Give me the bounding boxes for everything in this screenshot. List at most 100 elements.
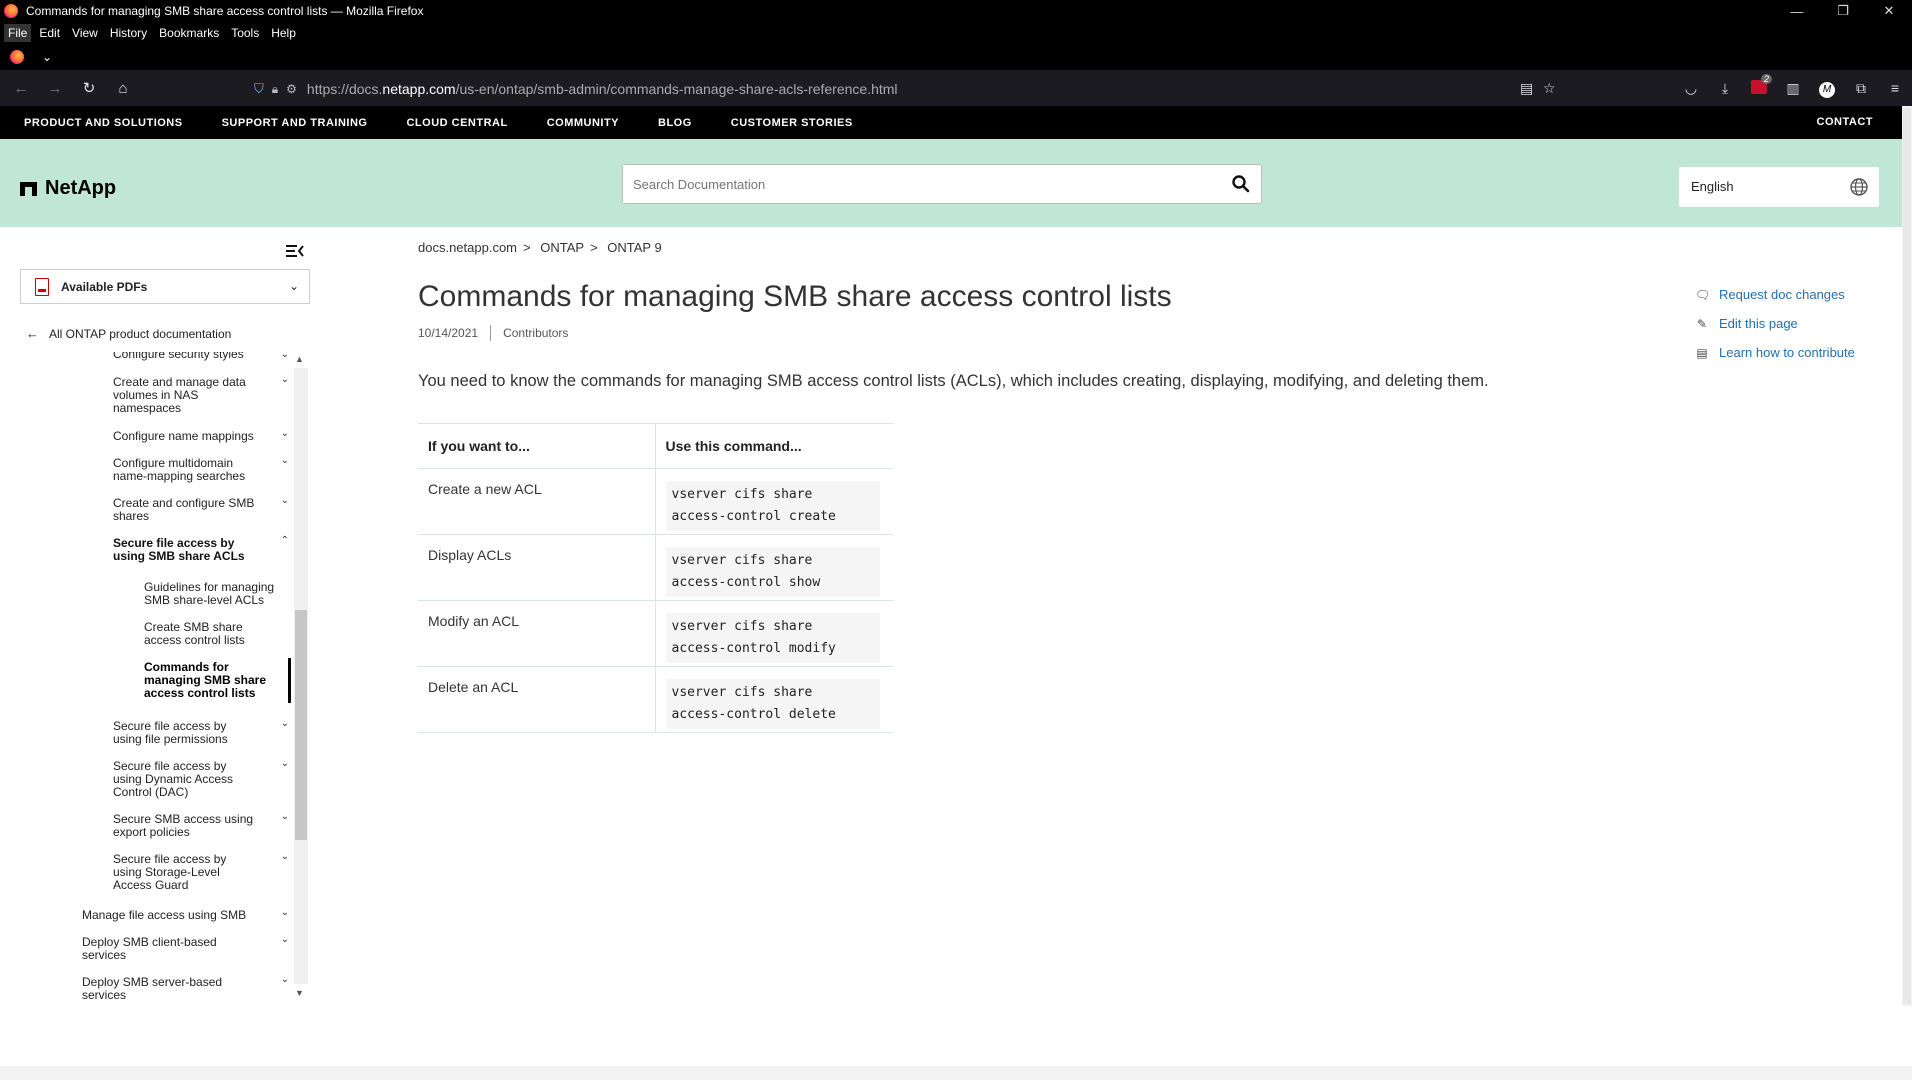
home-icon[interactable]: ⌂ [106,80,140,97]
nav-support-and-training[interactable]: SUPPORT AND TRAINING [222,117,368,129]
commands-table: If you want to... Use this command... Cr… [418,423,893,733]
sidebar-item-export-policies[interactable]: Secure SMB access using export policies [113,813,258,839]
firefox-view-icon[interactable] [10,50,24,64]
url-text[interactable]: https://docs.netapp.com/us-en/ontap/smb-… [307,81,898,97]
ublock-extension-icon[interactable]: 2 [1742,73,1776,97]
nav-product-and-solutions[interactable]: PRODUCT AND SOLUTIONS [24,117,183,129]
list-all-tabs-icon[interactable]: ⌄ [42,50,52,64]
extensions-icon[interactable]: ⧉ [1844,80,1878,97]
chevron-down-icon[interactable]: ⌄ [281,495,289,506]
chevron-down-icon[interactable]: ⌄ [281,811,289,822]
breadcrumb-ontap[interactable]: ONTAP [540,240,584,255]
chevron-down-icon[interactable]: ⌄ [281,758,289,769]
request-doc-changes-label: Request doc changes [1719,287,1845,302]
command-code: vserver cifs share access-control create [665,481,880,531]
lock-icon[interactable]: 🔒︎ [272,82,278,97]
edit-this-page-link[interactable]: ✎ Edit this page [1695,309,1855,338]
restore-button[interactable]: ❐ [1820,3,1866,19]
chevron-down-icon[interactable]: ⌄ [281,455,289,466]
breadcrumb-ontap-9[interactable]: ONTAP 9 [607,240,661,255]
bookmark-star-icon[interactable]: ☆ [1543,80,1556,97]
sidebar-item-smb-server-based-services[interactable]: Deploy SMB server-based services [82,976,227,1001]
chevron-down-icon[interactable]: ⌄ [281,851,289,862]
sidebar-item-smb-client-based-services[interactable]: Deploy SMB client-based services [82,936,227,962]
app-menu-icon[interactable]: ≡ [1878,80,1912,96]
arrow-left-icon: ← [26,326,39,341]
menu-help[interactable]: Help [267,24,300,42]
downloads-icon[interactable]: ⤓ [1708,80,1742,97]
chevron-down-icon[interactable]: ⌄ [281,974,289,985]
contributors-link[interactable]: Contributors [503,326,568,340]
sidebar-item-manage-file-access-smb[interactable]: Manage file access using SMB [82,909,262,922]
menu-edit[interactable]: Edit [35,24,64,42]
account-icon[interactable]: M [1810,79,1844,98]
learn-how-to-contribute-link[interactable]: ▤ Learn how to contribute [1695,338,1855,367]
language-selector[interactable]: English [1679,167,1879,207]
close-button[interactable]: ✕ [1866,3,1912,19]
menu-history[interactable]: History [106,24,151,42]
sidebar-item-configure-security-styles[interactable]: Configure security styles [113,352,258,361]
minimize-button[interactable]: — [1774,4,1820,19]
chevron-down-icon[interactable]: ⌄ [281,934,289,945]
permissions-icon[interactable]: ⚙ [286,82,297,96]
chevron-down-icon[interactable]: ⌄ [281,352,289,360]
table-row: Delete an ACL vserver cifs share access-… [418,666,893,733]
sidebar-item-dynamic-access-control[interactable]: Secure file access by using Dynamic Acce… [113,760,258,799]
nav-blog[interactable]: BLOG [658,117,692,129]
chevron-down-icon[interactable]: ⌄ [281,374,289,385]
chevron-up-icon[interactable]: ⌃ [281,535,289,546]
sidebar-item-create-configure-smb-shares[interactable]: Create and configure SMB shares [113,497,258,523]
sidebar-icon[interactable]: ▥ [1776,80,1810,97]
collapse-sidebar-icon[interactable] [285,243,305,259]
article-date: 10/14/2021 [418,326,479,340]
menu-tools[interactable]: Tools [227,24,263,42]
available-pdfs-dropdown[interactable]: Available PDFs ⌄ [20,269,310,304]
reload-icon[interactable]: ↻ [72,79,106,97]
chevron-down-icon[interactable]: ⌄ [281,907,289,918]
back-icon[interactable]: ← [4,80,38,97]
sidebar-item-configure-name-mappings[interactable]: Configure name mappings [113,430,258,443]
nav-contact[interactable]: CONTACT [1817,116,1873,128]
sidebar-scrollbar[interactable]: ▲ ▼ [292,352,310,1002]
sidebar-item-secure-file-access-share-acls[interactable]: Secure file access by using SMB share AC… [113,537,258,563]
menu-view[interactable]: View [68,24,102,42]
command-code: vserver cifs share access-control show [665,547,880,597]
chevron-down-icon[interactable]: ⌄ [281,718,289,729]
menu-file[interactable]: File [4,24,32,42]
page-scrollbar-thumb[interactable] [1903,108,1911,1004]
search-icon[interactable] [1231,174,1251,194]
breadcrumb-docs-netapp[interactable]: docs.netapp.com [418,240,517,255]
sidebar-item-multidomain-searches[interactable]: Configure multidomain name-mapping searc… [113,457,258,483]
netapp-logo[interactable]: NetApp [20,177,116,200]
sidebar-item-create-smb-share-acls[interactable]: Create SMB share access control lists [144,621,282,647]
nav-community[interactable]: COMMUNITY [547,117,619,129]
document-icon: ▤ [1696,345,1708,360]
sidebar-item-commands-managing-share-acls[interactable]: Commands for managing SMB share access c… [144,661,274,700]
tracking-protection-shield-icon[interactable]: ⛉ [254,81,264,97]
nav-customer-stories[interactable]: CUSTOMER STORIES [731,117,853,129]
all-ontap-docs-link[interactable]: ← All ONTAP product documentation [26,326,231,341]
pocket-icon[interactable]: ◡ [1674,80,1708,97]
scroll-up-arrow-icon[interactable]: ▲ [295,354,304,364]
chevron-down-icon[interactable]: ⌄ [281,428,289,439]
search-box [622,164,1262,204]
sidebar-item-storage-level-access-guard[interactable]: Secure file access by using Storage-Leve… [113,853,258,892]
action-cell: Display ACLs [418,534,656,601]
sidebar-item-secure-file-permissions[interactable]: Secure file access by using file permiss… [113,720,258,746]
sidebar-item-guidelines-share-level-acls[interactable]: Guidelines for managing SMB share-level … [144,581,282,607]
scrollbar-thumb[interactable] [295,610,307,840]
request-doc-changes-link[interactable]: 🗨︎ Request doc changes [1695,280,1855,309]
address-bar[interactable]: ⛉ 🔒︎ ⚙ https://docs.netapp.com/us-en/ont… [254,76,1564,102]
search-input[interactable] [623,165,1183,203]
page-scrollbar[interactable] [1902,106,1912,1006]
action-cell: Modify an ACL [418,600,656,667]
menu-bookmarks[interactable]: Bookmarks [155,24,223,42]
sidebar-item-create-manage-data-volumes[interactable]: Create and manage data volumes in NAS na… [113,376,258,415]
command-cell: vserver cifs share access-control show [655,534,893,601]
forward-icon[interactable]: → [38,80,72,97]
active-item-indicator [288,658,291,703]
nav-cloud-central[interactable]: CLOUD CENTRAL [406,117,507,129]
reader-view-icon[interactable]: ▤ [1520,80,1533,97]
scroll-down-arrow-icon[interactable]: ▼ [295,988,304,998]
firefox-logo-icon [4,4,18,18]
